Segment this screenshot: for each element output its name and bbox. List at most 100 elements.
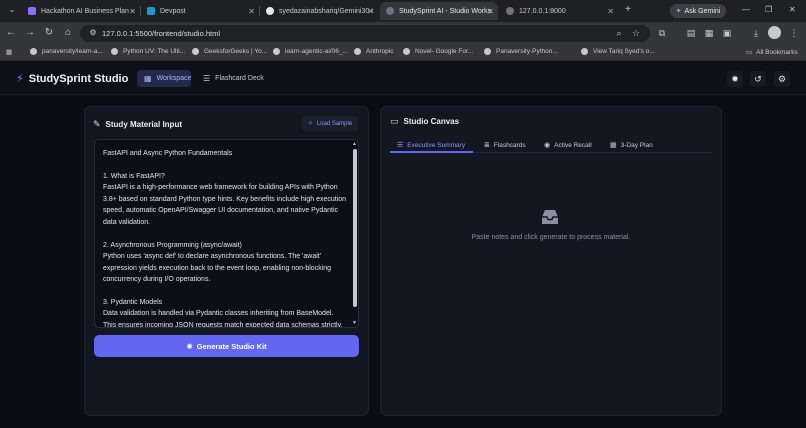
- site-info-icon[interactable]: ⚙: [87, 27, 99, 39]
- home-icon[interactable]: ⌂: [62, 27, 74, 39]
- bookmark-item[interactable]: Panaversity-Python...: [484, 48, 558, 55]
- scroll-thumb[interactable]: [353, 149, 357, 307]
- grid-icon: ▦: [144, 74, 152, 83]
- back-icon[interactable]: ←: [5, 27, 17, 39]
- calendar-icon: ▦: [610, 142, 617, 149]
- bookmark-item[interactable]: GeeksforGeeks | Yo...: [192, 48, 267, 55]
- browser-tab-4[interactable]: StudySprint AI - Studio Works ✕: [380, 2, 498, 20]
- bookmark-item[interactable]: View Tariq Syed's o...: [581, 48, 655, 55]
- apps-icon[interactable]: ▦: [703, 27, 715, 39]
- panel-title-text: Study Material Input: [105, 120, 182, 129]
- layers-icon: ☰: [203, 74, 211, 83]
- close-icon[interactable]: ✕: [367, 7, 374, 16]
- canvas-panel-title: ▭ Studio Canvas: [390, 116, 459, 127]
- reload-icon[interactable]: ↻: [43, 27, 55, 39]
- url-text[interactable]: 127.0.0.1:5500/frontend/studio.html: [102, 29, 220, 38]
- forward-icon[interactable]: →: [24, 27, 36, 39]
- bookmark-star-icon[interactable]: ☆: [630, 27, 642, 39]
- bookmark-item[interactable]: Python UV: The Ulti...: [111, 48, 185, 55]
- bookmark-item[interactable]: Anthropic: [354, 48, 393, 55]
- browser-tab-3[interactable]: syedazainabshariq/Gemini30 t ✕: [260, 2, 378, 20]
- question-icon: ◉: [544, 142, 551, 149]
- load-sample-button[interactable]: ✧ Load Sample: [302, 116, 358, 131]
- nav-tab-workspace[interactable]: ▦ Workspace: [137, 70, 191, 87]
- all-bookmarks-label: All Bookmarks: [756, 48, 798, 56]
- textarea-scrollbar[interactable]: ▲ ▼: [352, 141, 357, 326]
- scroll-up-icon[interactable]: ▲: [352, 141, 357, 147]
- inbox-icon: [542, 210, 558, 224]
- list-icon: ☰: [397, 142, 404, 149]
- theme-toggle-button[interactable]: ✹: [727, 71, 743, 87]
- globe-icon: [403, 48, 410, 55]
- nav-tab-label: Workspace: [156, 75, 192, 82]
- scroll-down-icon[interactable]: ▼: [352, 320, 357, 326]
- close-icon[interactable]: ✕: [487, 7, 494, 16]
- zoom-search-icon[interactable]: ⌕: [613, 27, 625, 39]
- canvas-tab-label: Executive Summary: [407, 141, 466, 149]
- favicon-icon: [147, 7, 155, 15]
- all-bookmarks[interactable]: ▭ All Bookmarks: [746, 48, 798, 57]
- layers-icon: ≣: [484, 142, 490, 149]
- tab-3-day-plan[interactable]: ▦ 3-Day Plan: [610, 138, 653, 152]
- browser-tab-2[interactable]: Devpost ✕: [141, 2, 259, 20]
- canvas-tab-label: 3-Day Plan: [620, 141, 653, 149]
- tab-active-recall[interactable]: ◉ Active Recall: [544, 138, 592, 152]
- study-material-text: FastAPI and Async Python Fundamentals 1.…: [103, 150, 347, 328]
- apps-grid-icon[interactable]: ▦: [6, 48, 12, 56]
- sidebar-icon[interactable]: ▤: [685, 27, 697, 39]
- nav-tab-flashcard-deck[interactable]: ☰ Flashcard Deck: [196, 70, 271, 87]
- active-tab-indicator: [390, 151, 473, 153]
- browser-tab-title: StudySprint AI - Studio Works: [399, 7, 492, 15]
- bookmark-label: Panaversity-Python...: [496, 48, 558, 55]
- bookmark-label: Anthropic: [366, 48, 394, 55]
- bookmark-label: learn-agentic-ai/06_...: [285, 48, 348, 55]
- tab-search-icon[interactable]: ⌄: [6, 4, 18, 16]
- generate-label: Generate Studio Kit: [196, 341, 267, 351]
- canvas-tab-label: Flashcards: [493, 141, 526, 149]
- gemini-icon: ✦: [675, 8, 682, 15]
- browser-tab-title: Hackathon AI Business Plan -: [41, 7, 134, 15]
- globe-icon: [354, 48, 361, 55]
- cast-icon[interactable]: ▣: [721, 27, 733, 39]
- close-icon[interactable]: ✕: [607, 7, 614, 16]
- brand[interactable]: ⚡ StudySprint Studio: [16, 72, 129, 86]
- restore-icon[interactable]: ❐: [765, 5, 772, 14]
- bookmark-item[interactable]: panaversity/learn-a...: [30, 48, 103, 55]
- browser-tab-title: 127.0.0.1:8000: [519, 7, 566, 15]
- close-icon[interactable]: ✕: [129, 7, 136, 16]
- tab-flashcards[interactable]: ≣ Flashcards: [484, 138, 526, 152]
- favicon-icon: [28, 7, 36, 15]
- profile-avatar[interactable]: [768, 26, 781, 39]
- history-button[interactable]: ↺: [750, 71, 766, 87]
- generate-studio-kit-button[interactable]: ✺ Generate Studio Kit: [94, 335, 359, 357]
- minimize-icon[interactable]: —: [742, 5, 750, 14]
- nav-tab-label: Flashcard Deck: [215, 75, 264, 82]
- bookmark-item[interactable]: Novel- Google For...: [403, 48, 473, 55]
- folder-icon: ▭: [746, 49, 753, 56]
- sun-icon: ✹: [731, 73, 739, 84]
- edit-icon: ✎: [93, 119, 101, 129]
- brand-label: StudySprint Studio: [28, 72, 129, 85]
- bookmark-label: panaversity/learn-a...: [42, 48, 103, 55]
- window-close-icon[interactable]: ✕: [789, 5, 796, 14]
- settings-button[interactable]: ⚙: [774, 71, 790, 87]
- github-icon: [266, 7, 274, 15]
- study-material-textarea[interactable]: FastAPI and Async Python Fundamentals 1.…: [94, 139, 359, 328]
- download-icon[interactable]: ⤓: [750, 27, 762, 39]
- ask-gemini-button[interactable]: ✦ Ask Gemini: [670, 4, 726, 18]
- browser-tab-5[interactable]: 127.0.0.1:8000 ✕: [500, 2, 618, 20]
- ask-gemini-label: Ask Gemini: [684, 7, 721, 15]
- close-icon[interactable]: ✕: [248, 7, 255, 16]
- bookmark-label: Python UV: The Ulti...: [123, 48, 186, 55]
- new-tab-icon[interactable]: +: [622, 4, 634, 16]
- panel-title-text: Studio Canvas: [403, 117, 460, 126]
- menu-icon[interactable]: ⋮: [788, 27, 800, 39]
- canvas-tab-label: Active Recall: [554, 141, 592, 149]
- extensions-icon[interactable]: ⧉: [656, 27, 668, 39]
- browser-tab-1[interactable]: Hackathon AI Business Plan - ✕: [22, 2, 140, 20]
- browser-tab-title: syedazainabshariq/Gemini30 t: [279, 7, 374, 15]
- globe-icon: [581, 48, 588, 55]
- tab-executive-summary[interactable]: ☰ Executive Summary: [397, 138, 465, 152]
- browser-tab-title: Devpost: [160, 7, 186, 15]
- bookmark-item[interactable]: learn-agentic-ai/06_...: [273, 48, 348, 55]
